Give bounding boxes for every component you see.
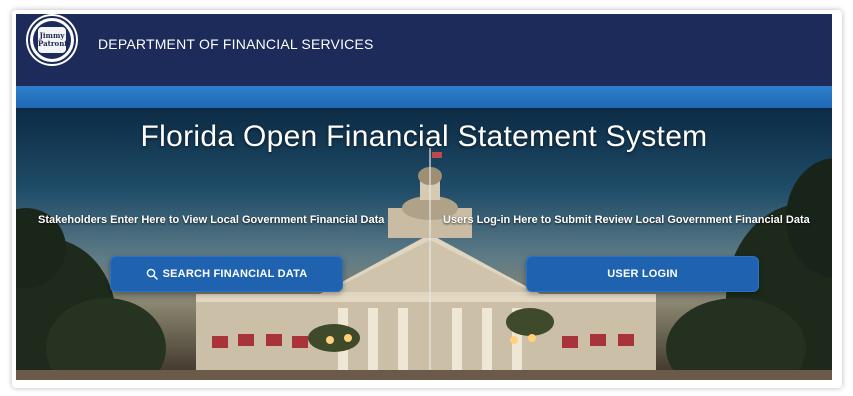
seal-center: Jimmy Patronis [38,27,71,53]
hero-banner: Florida Open Financial Statement System … [16,108,832,380]
department-title: DEPARTMENT OF FINANCIAL SERVICES [98,36,374,52]
search-financial-data-button[interactable]: SEARCH FINANCIAL DATA [110,256,343,292]
stakeholder-caption: Stakeholders Enter Here to View Local Go… [38,214,385,226]
seal-ring: Jimmy Patronis [33,21,71,59]
search-icon [146,268,158,280]
seal-name: Jimmy Patronis [38,31,71,48]
search-button-label: SEARCH FINANCIAL DATA [162,268,308,280]
site-header: Jimmy Patronis DEPARTMENT OF FINANCIAL S… [16,14,832,86]
user-caption: Users Log-in Here to Submit Review Local… [443,214,810,226]
accent-stripe [16,86,832,108]
user-login-button[interactable]: USER LOGIN [526,256,759,292]
page-title: Florida Open Financial Statement System [140,120,708,153]
cfo-seal-logo[interactable]: Jimmy Patronis [28,16,76,64]
login-button-label: USER LOGIN [607,268,678,280]
